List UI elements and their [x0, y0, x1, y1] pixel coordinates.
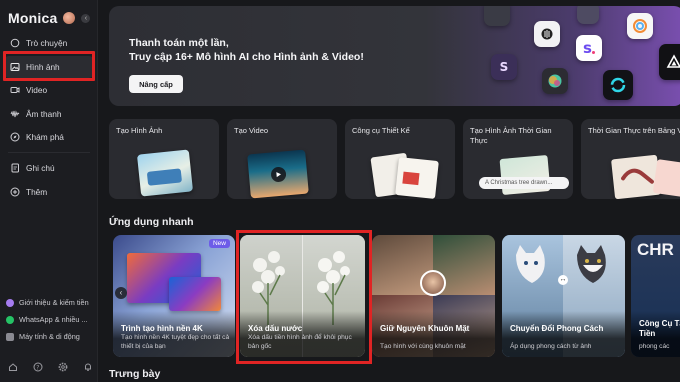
whatsapp-link[interactable]: WhatsApp & nhiều ... [6, 311, 94, 328]
category-label: Tạo Hình Ảnh [116, 126, 163, 135]
sidebar-item-label: Khám phá [26, 132, 64, 142]
brand: Monica ‹ [8, 10, 91, 26]
category-design-tools[interactable]: Công cụ Thiết Kế [345, 119, 455, 199]
category-create-image[interactable]: Tạo Hình Ảnh [109, 119, 219, 199]
app-name: Monica [8, 10, 58, 26]
app-card-keep-face[interactable]: Giữ Nguyên Khuôn Mặt Tạo hình với cùng k… [372, 235, 495, 357]
note-icon [10, 163, 20, 173]
spiral-logo-icon [627, 13, 653, 39]
bus-illustration [136, 149, 194, 197]
desktop-mobile-link[interactable]: Máy tính & di động [6, 328, 94, 345]
realtime-preview [499, 154, 551, 196]
app-description: Áp dụng phong cách từ ảnh [510, 342, 592, 350]
sidebar-item-video[interactable]: Video [4, 79, 94, 101]
upgrade-button[interactable]: Nâng cấp [129, 75, 183, 93]
app-description: phong các [639, 342, 670, 350]
app-card-wallpaper-4k[interactable]: New ‹ Trình tạo hình nền 4K Tạo hình nền… [113, 235, 235, 357]
bell-icon[interactable] [83, 362, 93, 372]
plus-circle-icon [10, 187, 20, 197]
app-description: Tạo hình với cùng khuôn mặt [380, 342, 466, 350]
compass-icon [10, 132, 20, 142]
category-label: Tạo Hình Ảnh Thời Gian Thực [470, 126, 552, 145]
compare-arrow-icon: ↔ [558, 275, 568, 285]
home-icon[interactable] [8, 362, 18, 372]
app-title: Trình tạo hình nền 4K [121, 324, 203, 333]
prompt-input[interactable]: A Christmas tree drawn... [479, 177, 569, 189]
sidebar-bottom-links: Giới thiệu & kiếm tiền WhatsApp & nhiều … [6, 294, 94, 345]
video-icon [10, 85, 20, 95]
chat-icon [10, 38, 20, 48]
sidebar-item-label: Thêm [26, 186, 48, 197]
app-card-style-transfer[interactable]: ↔ Chuyển Đổi Phong Cách Áp dụng phong cá… [502, 235, 625, 357]
perplexity-logo-icon [534, 21, 560, 47]
design-card-illustration [395, 157, 439, 199]
help-icon[interactable]: ? [33, 362, 43, 372]
quick-apps-row: New ‹ Trình tạo hình nền 4K Tạo hình nền… [113, 235, 680, 357]
app-card-partial[interactable]: CHR Công Cụ Tạo Tiền phong các [631, 235, 680, 357]
svg-text:?: ? [36, 364, 39, 371]
canvas-illustration [652, 159, 680, 197]
category-label: Công cụ Thiết Kế [352, 126, 410, 135]
app-title: Công Cụ Tạo Tiền [639, 319, 680, 338]
sidebar-item-audio[interactable]: Âm thanh [4, 103, 94, 125]
sidebar-footer: ? [8, 362, 93, 372]
quick-apps-title: Ứng dụng nhanh [109, 216, 194, 228]
category-label: Tạo Video [234, 126, 269, 135]
divider [8, 152, 90, 153]
banner-title: Thanh toán một lần, Truy cập 16+ Mô hình… [129, 36, 409, 64]
sidebar-item-label: Âm thanh [26, 108, 62, 119]
gear-icon[interactable] [58, 362, 68, 372]
whatsapp-icon [6, 315, 14, 324]
collapse-sidebar-icon[interactable]: ‹ [81, 13, 91, 23]
highlight-annotation [3, 51, 95, 81]
sidebar-item-more[interactable]: Thêm [4, 181, 94, 203]
category-realtime-image[interactable]: Tạo Hình Ảnh Thời Gian Thực A Christmas … [463, 119, 573, 199]
banner-line-1: Thanh toán một lần, [129, 37, 229, 49]
upgrade-banner: Thanh toán một lần, Truy cập 16+ Mô hình… [109, 6, 680, 106]
card-art-text: CHR [637, 240, 674, 259]
triangle-logo-icon [659, 44, 680, 80]
link-label: Giới thiệu & kiếm tiền [19, 298, 89, 307]
play-icon [270, 166, 287, 183]
sidebar-item-label: Video [26, 85, 48, 95]
s-logo-icon: s [576, 35, 602, 61]
sidebar: Monica ‹ Trò chuyện Hình ảnh Video Âm th… [0, 0, 98, 382]
face-reference-avatar [420, 270, 446, 296]
category-create-video[interactable]: Tạo Video [227, 119, 337, 199]
referral-link[interactable]: Giới thiệu & kiếm tiền [6, 294, 94, 311]
new-badge: New [208, 239, 230, 248]
main-content: Thanh toán một lần, Truy cập 16+ Mô hình… [99, 0, 680, 382]
app-logo-tile [577, 6, 599, 24]
laptop-illustration [169, 277, 221, 311]
banner-line-2: Truy cập 16+ Mô hình AI cho Hình ảnh & V… [129, 51, 364, 63]
audio-icon [10, 109, 20, 119]
sidebar-item-label: Ghi chú [26, 163, 55, 173]
sidebar-item-label: Trò chuyện [26, 38, 68, 48]
sidebar-item-explore[interactable]: Khám phá [4, 126, 94, 148]
app-title: Giữ Nguyên Khuôn Mặt [380, 324, 470, 333]
app-title: Chuyển Đổi Phong Cách [510, 324, 604, 333]
loop-logo-icon [603, 70, 633, 100]
scroll-left-button[interactable]: ‹ [115, 287, 127, 299]
gallery-title: Trưng bày [109, 368, 161, 380]
device-icon [6, 332, 14, 341]
link-label: Máy tính & di động [19, 332, 80, 341]
highlight-annotation [236, 230, 372, 364]
avatar[interactable] [63, 12, 76, 24]
category-realtime-canvas[interactable]: Thời Gian Thực trên Bảng Vẽ [581, 119, 680, 199]
gift-icon [6, 298, 14, 307]
sidebar-item-notes[interactable]: Ghi chú [4, 157, 94, 179]
category-label: Thời Gian Thực trên Bảng Vẽ [588, 126, 680, 135]
app-logo-tile [484, 6, 510, 26]
gradient-orb-icon [542, 68, 568, 94]
category-row: Tạo Hình Ảnh Tạo Video Công cụ Thiết Kế … [109, 119, 680, 199]
s-dark-logo-icon: S [491, 54, 517, 80]
app-description: Tạo hình nền 4K tuyệt đẹp cho tất cả thi… [121, 334, 230, 350]
link-label: WhatsApp & nhiều ... [19, 315, 88, 324]
city-illustration [247, 149, 309, 199]
